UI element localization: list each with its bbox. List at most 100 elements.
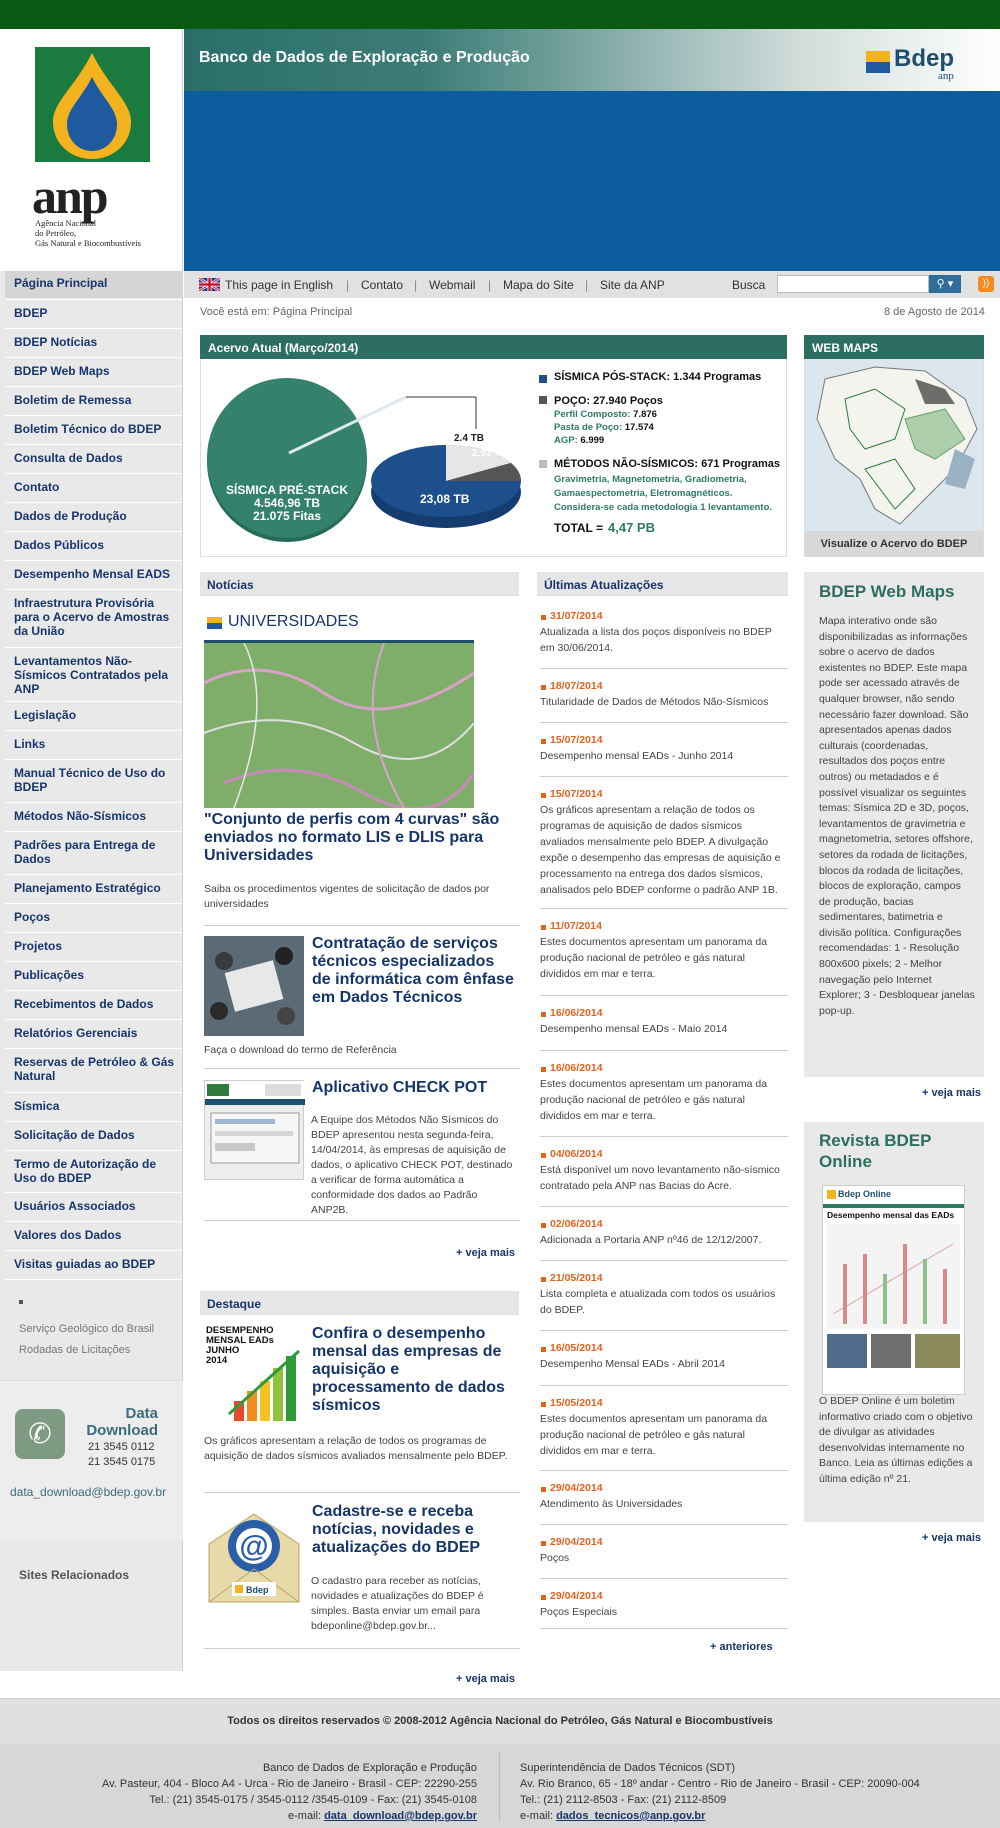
search-button[interactable]: ⚲ ▾ [929, 275, 961, 293]
sidebar-item[interactable]: Boletim Técnico do BDEP [5, 422, 182, 436]
sidebar-item[interactable]: Relatórios Gerenciais [5, 1026, 182, 1040]
update-text-link[interactable]: Desempenho mensal EADs - Maio 2014 [540, 1021, 785, 1037]
sidebar-item[interactable]: Reservas de Petróleo & Gás Natural [5, 1055, 182, 1083]
destaque-item-title[interactable]: Cadastre-se e receba notícias, novidades… [312, 1503, 517, 1557]
news-item-body: A Equipe dos Métodos Não Sísmicos do BDE… [204, 1113, 514, 1218]
sidebar-item[interactable]: Levantamentos Não-Sísmicos Contratados p… [5, 654, 182, 696]
footer-right-email-link[interactable]: dados_tecnicos@anp.gov.br [556, 1810, 705, 1822]
sidebar-item[interactable]: Links [5, 737, 182, 751]
sidebar-item[interactable]: Planejamento Estratégico [5, 881, 182, 895]
sidebar-item[interactable]: Padrões para Entrega de Dados [5, 838, 182, 866]
nav-contato-link[interactable]: Contato [361, 278, 403, 292]
destaque-item-body-text: O cadastro para receber as notícias, nov… [311, 1575, 484, 1632]
sidebar-item[interactable]: Solicitação de Dados [5, 1128, 182, 1142]
search-input[interactable] [777, 275, 929, 293]
sidebar-item[interactable]: BDEP [5, 306, 182, 320]
legend-perfil: Perfil Composto: 7.876 [554, 409, 657, 420]
update-date: 15/07/2014 [550, 734, 603, 746]
destaque-item-title[interactable]: Confira o desempenho mensal das empresas… [312, 1325, 517, 1415]
related-site-link[interactable]: Rodadas de Licitações [19, 1344, 130, 1356]
top-nav: This page in English | Contato | Webmail… [184, 271, 1000, 298]
destaque-image-chart[interactable]: DESEMPENHO MENSAL EADs JUNHO 2014 [204, 1326, 304, 1426]
sidebar-item[interactable]: Usuários Associados [5, 1199, 182, 1213]
footer-left-email-link[interactable]: data_download@bdep.gov.br [324, 1810, 477, 1822]
sidebar-divider [5, 1250, 182, 1251]
current-date: 8 de Agosto de 2014 [884, 306, 985, 318]
universidades-badge: UNIVERSIDADES [228, 613, 359, 630]
sidebar-item[interactable]: Boletim de Remessa [5, 393, 182, 407]
destaque-more-link[interactable]: + veja mais [456, 1673, 515, 1685]
update-text-link[interactable]: Atualizada a lista dos poços disponíveis… [540, 624, 785, 656]
header-title-band: Banco de Dados de Exploração e Produção … [184, 29, 1000, 91]
legend-poco-swatch [539, 396, 547, 404]
noticias-more-link[interactable]: + veja mais [456, 1247, 515, 1259]
sidebar-item[interactable]: BDEP Web Maps [5, 364, 182, 378]
nav-site-anp-link[interactable]: Site da ANP [600, 278, 665, 292]
sidebar-item[interactable]: Publicações [5, 968, 182, 982]
sidebar-item[interactable]: Manual Técnico de Uso do BDEP [5, 766, 182, 794]
sidebar-item[interactable]: BDEP Notícias [5, 335, 182, 349]
update-text-link[interactable]: Desempenho mensal EADs - Junho 2014 [540, 748, 785, 764]
sidebar-item[interactable]: Sísmica [5, 1099, 182, 1113]
update-text-link[interactable]: Poços [540, 1550, 785, 1566]
update-text-link[interactable]: Estes documentos apresentam um panorama … [540, 1076, 785, 1124]
update-text-link[interactable]: Está disponível um novo levantamento não… [540, 1162, 785, 1194]
sidebar-item[interactable]: Legislação [5, 708, 182, 722]
sidebar-item[interactable]: Métodos Não-Sísmicos [5, 809, 182, 823]
updates-more-link[interactable]: + anteriores [710, 1641, 773, 1653]
divider [204, 1648, 520, 1649]
sidebar-item[interactable]: Infraestrutura Provisória para o Acervo … [5, 596, 182, 638]
update-text-link[interactable]: Estes documentos apresentam um panorama … [540, 1411, 785, 1459]
update-divider [540, 1260, 788, 1261]
sidebar-item[interactable]: Recebimentos de Dados [5, 997, 182, 1011]
sidebar-item[interactable]: Dados Públicos [5, 538, 182, 552]
terrain-image [203, 642, 476, 811]
sidebar-item[interactable]: Projetos [5, 939, 182, 953]
nav-english-link[interactable]: This page in English [225, 278, 333, 292]
update-bullet-icon [541, 1067, 546, 1072]
sidebar-item[interactable]: Visitas guiadas ao BDEP [5, 1257, 182, 1271]
nav-mapa-link[interactable]: Mapa do Site [503, 278, 574, 292]
update-text-link[interactable]: Poços Especiais [540, 1604, 785, 1620]
update-text-link[interactable]: Titularidade de Dados de Métodos Não-Sís… [540, 694, 785, 710]
data-download-email-link[interactable]: data_download@bdep.gov.br [10, 1485, 166, 1499]
bdep-logo-mark [866, 51, 890, 73]
sidebar-item[interactable]: Consulta de Dados [5, 451, 182, 465]
update-text-link[interactable]: Os gráficos apresentam a relação de todo… [540, 802, 785, 898]
update-divider [540, 1628, 788, 1629]
sidebar-divider [5, 802, 182, 803]
update-divider [540, 1470, 788, 1471]
anp-logo-area[interactable]: anp Agência Nacional do Petróleo, Gás Na… [0, 29, 183, 271]
sidebar-item[interactable]: Valores dos Dados [5, 1228, 182, 1242]
news-image-meeting[interactable] [204, 936, 304, 1036]
sidebar-item[interactable]: Desempenho Mensal EADS [5, 567, 182, 581]
sidebar-divider [5, 328, 182, 329]
news-item-title[interactable]: "Conjunto de perfis com 4 curvas" são en… [204, 811, 514, 865]
news-item-title[interactable]: Contratação de serviços técnicos especia… [312, 935, 517, 1007]
sidebar-divider [5, 1121, 182, 1122]
footer-divider [499, 1752, 500, 1822]
revista-cover-chart [827, 1224, 960, 1368]
sidebar-item[interactable]: Contato [5, 480, 182, 494]
revista-panel: Revista BDEP Online Bdep Online Desempen… [804, 1122, 984, 1522]
revista-cover[interactable]: Bdep Online Desempenho mensal das EADs [822, 1185, 965, 1395]
sidebar-item[interactable]: Termo de Autorização de Uso do BDEP [5, 1157, 182, 1185]
update-text-link[interactable]: Desempenho Mensal EADs - Abril 2014 [540, 1356, 785, 1372]
related-site-link[interactable]: Serviço Geológico do Brasil [19, 1323, 154, 1335]
destaque-image-text: DESEMPENHO MENSAL EADs JUNHO 2014 [206, 1326, 274, 1366]
bdep-logo[interactable]: Bdep anp [866, 43, 986, 83]
sidebar-item[interactable]: Página Principal [5, 276, 182, 290]
update-text-link[interactable]: Atendimento às Universidades [540, 1496, 785, 1512]
news-item-title[interactable]: Aplicativo CHECK POT [312, 1079, 517, 1097]
bdep-webmaps-more-link[interactable]: + veja mais [922, 1087, 981, 1099]
sidebar-item[interactable]: Poços [5, 910, 182, 924]
update-text-link[interactable]: Estes documentos apresentam um panorama … [540, 934, 785, 982]
sidebar-item[interactable]: Dados de Produção [5, 509, 182, 523]
webmaps-map-link[interactable]: Visualize o Acervo do BDEP [804, 359, 984, 557]
revista-more-link[interactable]: + veja mais [922, 1532, 981, 1544]
rss-icon[interactable]: )) [978, 276, 994, 292]
news-image-map[interactable] [203, 642, 476, 811]
update-text-link[interactable]: Lista completa e atualizada com todos os… [540, 1286, 785, 1318]
update-text-link[interactable]: Adicionada a Portaria ANP nº46 de 12/12/… [540, 1232, 785, 1248]
nav-webmail-link[interactable]: Webmail [429, 278, 475, 292]
